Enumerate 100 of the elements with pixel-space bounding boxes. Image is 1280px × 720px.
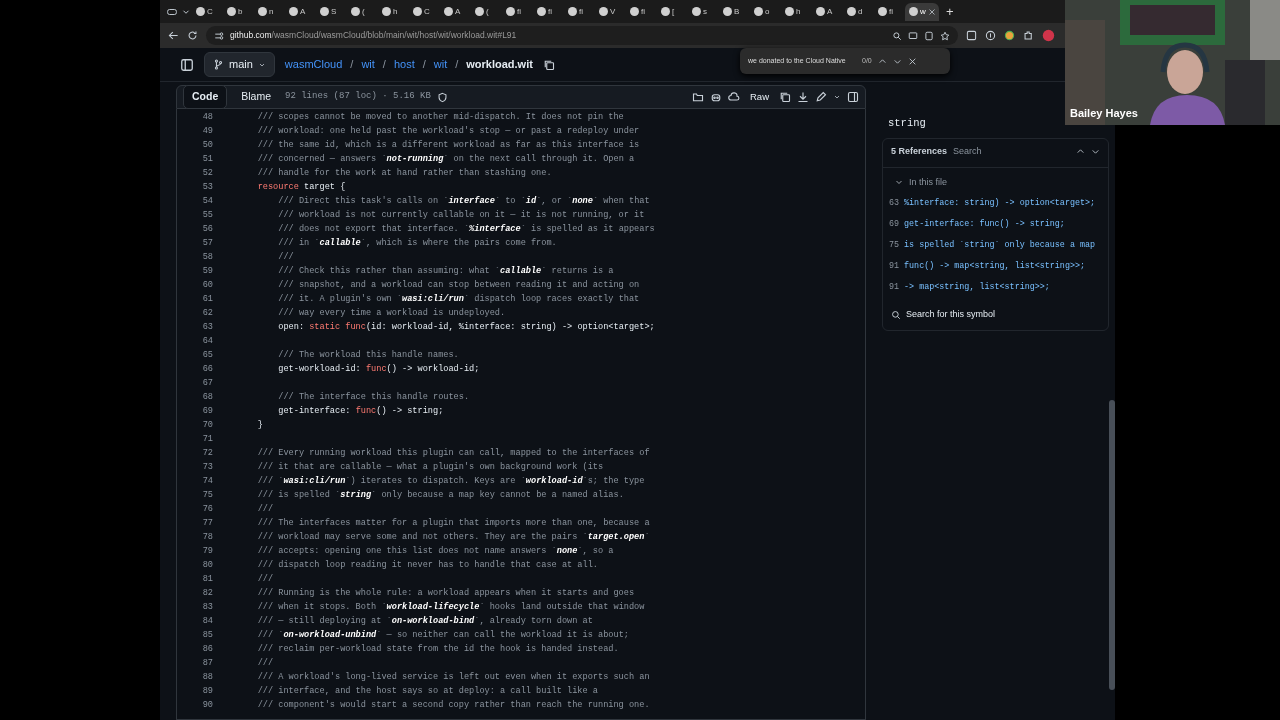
line-number: 73 — [201, 461, 213, 474]
code-line: /// Every running workload this plugin can call, mapped to the interfaces of — [256, 447, 650, 460]
line-number: 87 — [201, 657, 213, 670]
browser-tab[interactable]: C — [409, 2, 439, 21]
line-number: 84 — [201, 615, 213, 628]
code-line: /// A workload's long-lived service is left out even when it exports such an — [256, 671, 650, 684]
code-line: /// — still deploying at `on-workload-bind`, already torn down at — [256, 615, 593, 628]
url-text: github.com/wasmCloud/wasmCloud/blob/main/wit/host/wit/workload.wit#L91 — [230, 29, 517, 42]
address-field[interactable]: github.com/wasmCloud/wasmCloud/blob/main/wit/host/wit/workload.wit#L91 — [206, 26, 958, 45]
browser-tab[interactable]: w — [905, 2, 939, 21]
breadcrumb-link[interactable]: wasmCloud — [284, 56, 343, 73]
line-number: 61 — [201, 293, 213, 306]
line-number: 50 — [201, 139, 213, 152]
participant-name: Bailey Hayes — [1070, 105, 1138, 121]
code-line: /// way every time a workload is undeployed. — [277, 307, 506, 320]
line-number: 69 — [201, 405, 213, 418]
browser-tab[interactable]: d — [843, 2, 873, 21]
code-line: resource target { — [256, 181, 346, 194]
symbol-name: string — [887, 116, 927, 131]
browser-tab[interactable]: ( — [347, 2, 377, 21]
browser-tab[interactable]: fi — [626, 2, 656, 21]
panel-tab[interactable]: 5 References — [891, 145, 948, 159]
line-number: 57 — [201, 237, 213, 250]
browser-tab[interactable]: A — [812, 2, 842, 21]
browser-tab[interactable]: S — [316, 2, 346, 21]
line-number: 49 — [201, 125, 213, 138]
code-line: /// it that are callable — what a plugin's own background work (its — [256, 461, 604, 474]
line-number: 54 — [201, 195, 213, 208]
reference-item[interactable]: 91 func() -> map<string, list<string>>; — [883, 256, 1108, 277]
line-number: 88 — [201, 671, 213, 684]
breadcrumb-link[interactable]: wit — [361, 56, 375, 73]
browser-tab[interactable]: B — [719, 2, 749, 21]
browser-tab[interactable]: h — [781, 2, 811, 21]
code-line: /// — [256, 503, 274, 516]
breadcrumb-link[interactable]: wit — [433, 56, 448, 73]
code-line: /// workload may serve some and not others. They are the pairs `target.open` — [256, 531, 650, 544]
reference-item[interactable]: 63 %interface: string) -> option<target>; — [883, 193, 1108, 214]
code-line: /// — [256, 657, 274, 670]
code-line: /// snapshot, and a workload can stop between reading it and acting on — [277, 279, 640, 292]
code-line: /// in `callable`, which is where the pairs come from. — [277, 237, 557, 250]
code-line: /// dispatch loop reading it never has to handle that case at all. — [256, 559, 598, 572]
line-number: 68 — [201, 391, 213, 404]
reference-item[interactable]: 75 is spelled `string` only because a map — [883, 235, 1108, 256]
browser-tab[interactable]: fi — [564, 2, 594, 21]
branch-button[interactable]: main — [204, 52, 275, 77]
browser-tab[interactable]: fi — [502, 2, 532, 21]
code-line: /// does not export that interface. `%interface` is spelled as it appears — [277, 223, 655, 236]
browser-tab[interactable]: A — [440, 2, 470, 21]
code-line: /// Check this rather than assuming: what `callable` returns is a — [277, 265, 614, 278]
reference-item[interactable]: 91 -> map<string, list<string>>; — [883, 277, 1108, 298]
code-line: /// workload is not currently callable on it — it is not running, or it — [277, 209, 645, 222]
browser-tab[interactable]: s — [688, 2, 718, 21]
code-line: /// the same id, which is a different workload as far as this interface is — [256, 139, 640, 152]
line-number: 58 — [201, 251, 213, 264]
line-number: 64 — [201, 335, 213, 348]
line-number: 79 — [201, 545, 213, 558]
group-toggle[interactable]: In this file — [883, 167, 960, 193]
browser-tab[interactable]: ( — [471, 2, 501, 21]
line-number: 89 — [201, 685, 213, 698]
line-number: 90 — [201, 699, 213, 712]
reference-item[interactable]: 69 get-interface: func() -> string; — [883, 214, 1108, 235]
view-tab[interactable]: Code — [183, 85, 228, 109]
code-line: /// The workload this handle names. — [277, 349, 459, 362]
raw-button[interactable]: Raw — [746, 87, 773, 107]
code-line: /// interface, and the host says so at deploy: a call built like a — [256, 685, 598, 698]
code-line: /// workload: one held past the workload's stop — or past a redeploy under — [256, 125, 640, 138]
line-number: 62 — [201, 307, 213, 320]
line-number: 81 — [201, 573, 213, 586]
browser-tab[interactable]: A — [285, 2, 315, 21]
browser-tab[interactable]: b — [223, 2, 253, 21]
line-number: 85 — [201, 629, 213, 642]
line-number: 60 — [201, 279, 213, 292]
line-number: 74 — [201, 475, 213, 488]
code-line: open: static func(id: workload-id, %interface: string) -> option<target>; — [277, 321, 655, 334]
browser-tab[interactable]: fi — [874, 2, 904, 21]
browser-tab[interactable]: fi — [533, 2, 563, 21]
code-line: /// `on-workload-unbind` — so neither can call the workload it is about; — [256, 629, 629, 642]
code-line: /// component's would start a second copy rather than reach the running one. — [256, 699, 650, 712]
breadcrumb-link[interactable]: host — [393, 56, 415, 73]
line-number: 70 — [201, 419, 213, 432]
browser-tab[interactable]: o — [750, 2, 780, 21]
browser-tab[interactable]: h — [378, 2, 408, 21]
line-number: 53 — [201, 181, 213, 194]
view-tab[interactable]: Blame — [233, 86, 279, 108]
line-number: 86 — [201, 643, 213, 656]
browser-tab[interactable]: n — [254, 2, 284, 21]
browser-tab[interactable]: [ — [657, 2, 687, 21]
path-separator: / — [382, 57, 386, 73]
line-number: 82 — [201, 587, 213, 600]
code-line: /// The interface this handle routes. — [277, 391, 470, 404]
line-number: 80 — [201, 559, 213, 572]
search-symbol-link[interactable]: Search for this symbol — [883, 298, 1004, 322]
panel-tab[interactable]: Search — [953, 145, 982, 159]
line-number: 59 — [201, 265, 213, 278]
browser-tab[interactable]: V — [595, 2, 625, 21]
code-line: /// Running is the whole rule: a workload appears when it starts and goes — [256, 587, 635, 600]
new-tab-button[interactable]: + — [940, 1, 960, 22]
browser-tab[interactable]: C — [192, 2, 222, 21]
code-line: /// — [256, 573, 274, 586]
line-number: 66 — [201, 363, 213, 376]
